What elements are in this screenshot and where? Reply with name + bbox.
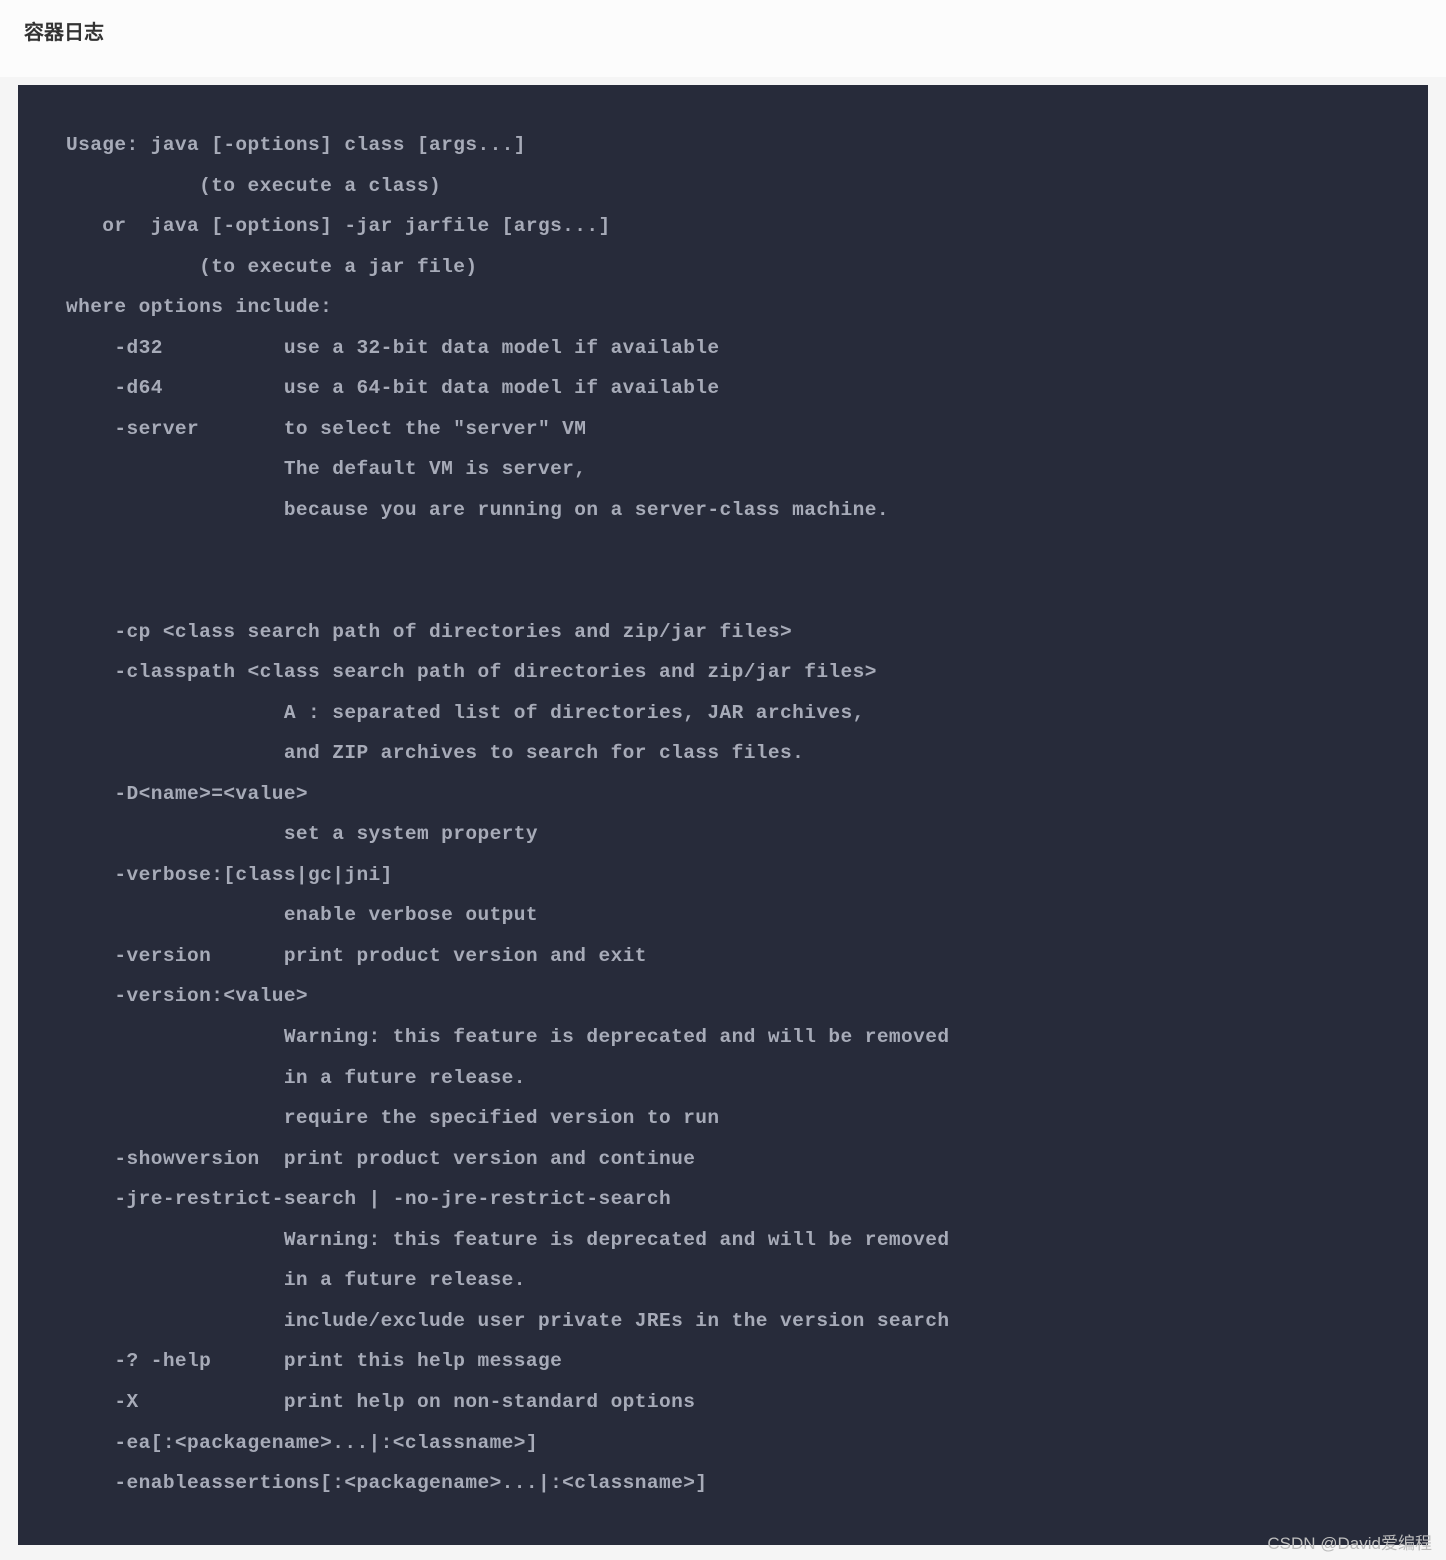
page-header: 容器日志	[0, 0, 1446, 77]
watermark-text: CSDN @David爱编程	[1267, 1529, 1432, 1554]
page-title: 容器日志	[24, 16, 1422, 45]
log-panel: Usage: java [-options] class [args...] (…	[18, 85, 1428, 1545]
log-content: Usage: java [-options] class [args...] (…	[66, 125, 1380, 1504]
